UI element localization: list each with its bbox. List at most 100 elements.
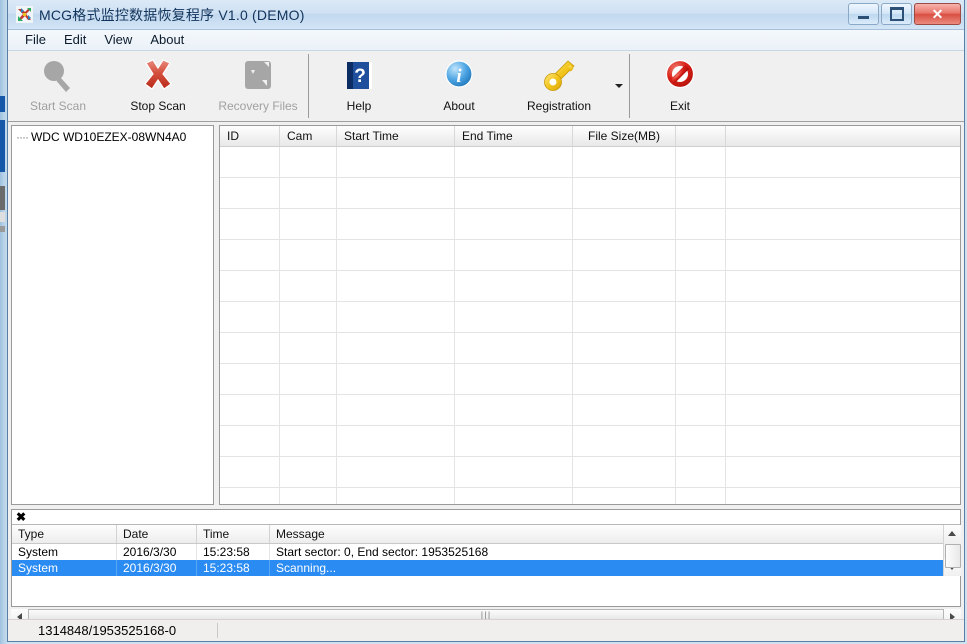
desktop-artifact bbox=[0, 226, 5, 232]
help-label: Help bbox=[347, 99, 372, 113]
log-panel-titlebar: ✖ bbox=[12, 510, 960, 525]
device-tree-panel[interactable]: ···· WDC WD10EZEX-08WN4A0 bbox=[11, 125, 214, 505]
minimize-button[interactable] bbox=[848, 3, 879, 25]
maximize-button[interactable] bbox=[881, 3, 912, 25]
table-row[interactable] bbox=[220, 426, 960, 457]
table-row[interactable] bbox=[220, 333, 960, 364]
window-title: MCG格式监控数据恢复程序 V1.0 (DEMO) bbox=[39, 5, 305, 25]
application-window: MCG格式监控数据恢复程序 V1.0 (DEMO) ✕ File Edit Vi… bbox=[0, 0, 967, 644]
info-circle-icon: i bbox=[436, 56, 482, 98]
stop-scan-label: Stop Scan bbox=[130, 99, 185, 113]
log-cell-time: 15:23:58 bbox=[197, 560, 270, 576]
app-icon bbox=[16, 6, 33, 23]
table-row[interactable] bbox=[220, 488, 960, 505]
table-row[interactable] bbox=[220, 395, 960, 426]
main-content: ···· WDC WD10EZEX-08WN4A0 ID Cam Start T… bbox=[8, 122, 964, 507]
tree-connector-icon: ···· bbox=[16, 130, 28, 144]
recovery-files-button[interactable]: Recovery Files bbox=[208, 51, 308, 120]
close-icon[interactable]: ✖ bbox=[16, 511, 26, 523]
table-row[interactable] bbox=[220, 147, 960, 178]
column-header-spacer-1[interactable] bbox=[676, 126, 726, 146]
about-button[interactable]: i About bbox=[409, 51, 509, 120]
registration-label: Registration bbox=[527, 99, 591, 113]
menu-bar: File Edit View About bbox=[8, 30, 964, 51]
menu-item-file[interactable]: File bbox=[16, 31, 55, 49]
tree-item-disk[interactable]: ···· WDC WD10EZEX-08WN4A0 bbox=[12, 126, 213, 146]
log-cell-date: 2016/3/30 bbox=[117, 544, 197, 560]
log-row[interactable]: System 2016/3/30 15:23:58 Start sector: … bbox=[12, 544, 943, 560]
log-column-message[interactable]: Message bbox=[270, 525, 943, 543]
scroll-up-arrow-icon bbox=[948, 531, 956, 536]
table-row[interactable] bbox=[220, 240, 960, 271]
column-header-start-time[interactable]: Start Time bbox=[337, 126, 455, 146]
start-scan-label: Start Scan bbox=[30, 99, 86, 113]
desktop-artifact bbox=[0, 212, 5, 222]
scrollbar-track[interactable] bbox=[944, 542, 961, 559]
toolbar-overflow-button[interactable] bbox=[609, 51, 629, 120]
status-progress-text: 1314848/1953525168-0 bbox=[8, 623, 218, 638]
close-icon: ✕ bbox=[915, 4, 960, 24]
table-row[interactable] bbox=[220, 457, 960, 488]
svg-text:i: i bbox=[456, 66, 462, 87]
menu-item-edit[interactable]: Edit bbox=[55, 31, 95, 49]
log-cell-type: System bbox=[12, 560, 117, 576]
scrollbar-thumb[interactable] bbox=[945, 544, 961, 568]
window-controls: ✕ bbox=[848, 3, 961, 25]
scroll-up-button[interactable] bbox=[944, 525, 961, 542]
log-table-header: Type Date Time Message bbox=[12, 525, 943, 544]
help-button[interactable]: ? Help bbox=[309, 51, 409, 120]
column-header-end-time[interactable]: End Time bbox=[455, 126, 573, 146]
about-label: About bbox=[443, 99, 474, 113]
exit-button[interactable]: Exit bbox=[630, 51, 730, 120]
column-header-file-size[interactable]: File Size(MB) bbox=[573, 126, 676, 146]
desktop-artifact bbox=[0, 96, 5, 112]
menu-item-view[interactable]: View bbox=[95, 31, 141, 49]
registration-button[interactable]: Registration bbox=[509, 51, 609, 120]
red-x-icon bbox=[135, 56, 181, 98]
column-header-id[interactable]: ID bbox=[220, 126, 280, 146]
log-cell-message: Scanning... bbox=[270, 560, 943, 576]
log-column-time[interactable]: Time bbox=[197, 525, 270, 543]
close-button[interactable]: ✕ bbox=[914, 3, 961, 25]
table-row[interactable] bbox=[220, 302, 960, 333]
log-vertical-scrollbar[interactable] bbox=[943, 525, 960, 576]
main-window: MCG格式监控数据恢复程序 V1.0 (DEMO) ✕ File Edit Vi… bbox=[7, 0, 965, 642]
log-table: Type Date Time Message System 2016/3/30 … bbox=[12, 525, 943, 576]
svg-text:?: ? bbox=[354, 66, 366, 87]
folder-disk-icon bbox=[235, 56, 281, 98]
desktop-artifact bbox=[0, 186, 5, 210]
toolbar: Start Scan bbox=[8, 51, 964, 122]
maximize-icon bbox=[882, 4, 911, 24]
stop-scan-button[interactable]: Stop Scan bbox=[108, 51, 208, 120]
menu-item-about[interactable]: About bbox=[141, 31, 193, 49]
status-bar: 1314848/1953525168-0 bbox=[8, 619, 964, 641]
start-scan-button[interactable]: Start Scan bbox=[8, 51, 108, 120]
table-row[interactable] bbox=[220, 271, 960, 302]
recovery-files-label: Recovery Files bbox=[218, 99, 297, 113]
log-row[interactable]: System 2016/3/30 15:23:58 Scanning... bbox=[12, 560, 943, 576]
log-panel: ✖ Type Date Time Message System 2016/3/3… bbox=[11, 509, 961, 607]
log-cell-message: Start sector: 0, End sector: 1953525168 bbox=[270, 544, 943, 560]
file-list-panel[interactable]: ID Cam Start Time End Time File Size(MB) bbox=[219, 125, 961, 505]
log-cell-time: 15:23:58 bbox=[197, 544, 270, 560]
column-header-cam[interactable]: Cam bbox=[280, 126, 337, 146]
log-grid: Type Date Time Message System 2016/3/30 … bbox=[12, 525, 960, 576]
column-header-spacer-2[interactable] bbox=[726, 126, 952, 146]
tree-item-label: WDC WD10EZEX-08WN4A0 bbox=[31, 130, 186, 144]
file-list-rows bbox=[220, 147, 960, 505]
log-column-date[interactable]: Date bbox=[117, 525, 197, 543]
table-row[interactable] bbox=[220, 178, 960, 209]
table-row[interactable] bbox=[220, 209, 960, 240]
log-cell-type: System bbox=[12, 544, 117, 560]
no-entry-icon bbox=[657, 56, 703, 98]
chevron-down-icon bbox=[615, 84, 623, 88]
log-column-type[interactable]: Type bbox=[12, 525, 117, 543]
magnifier-icon bbox=[35, 56, 81, 98]
key-icon bbox=[536, 56, 582, 98]
blue-book-icon: ? bbox=[336, 56, 382, 98]
log-cell-date: 2016/3/30 bbox=[117, 560, 197, 576]
table-row[interactable] bbox=[220, 364, 960, 395]
desktop-artifact bbox=[0, 120, 5, 172]
exit-label: Exit bbox=[670, 99, 690, 113]
file-list-header: ID Cam Start Time End Time File Size(MB) bbox=[220, 126, 960, 147]
